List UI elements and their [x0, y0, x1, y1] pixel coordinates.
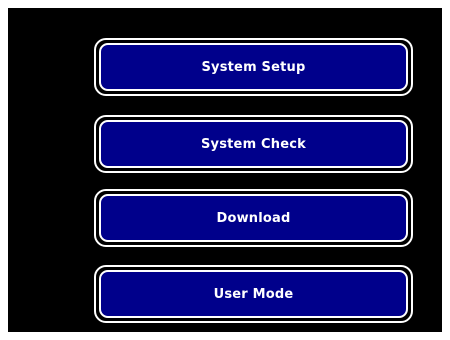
user-mode-button-face[interactable]: User Mode: [99, 270, 408, 318]
system-setup-button[interactable]: System Setup: [94, 38, 413, 96]
download-label: Download: [216, 210, 291, 226]
system-setup-button-face[interactable]: System Setup: [99, 43, 408, 91]
user-mode-label: User Mode: [213, 286, 294, 302]
user-mode-button[interactable]: User Mode: [94, 265, 413, 323]
system-check-label: System Check: [200, 136, 307, 152]
download-button-face[interactable]: Download: [99, 194, 408, 242]
system-check-button[interactable]: System Check: [94, 115, 413, 173]
download-button[interactable]: Download: [94, 189, 413, 247]
system-setup-label: System Setup: [201, 59, 306, 75]
system-check-button-face[interactable]: System Check: [99, 120, 408, 168]
menu-screen: System Setup System Check Download User …: [8, 8, 442, 332]
